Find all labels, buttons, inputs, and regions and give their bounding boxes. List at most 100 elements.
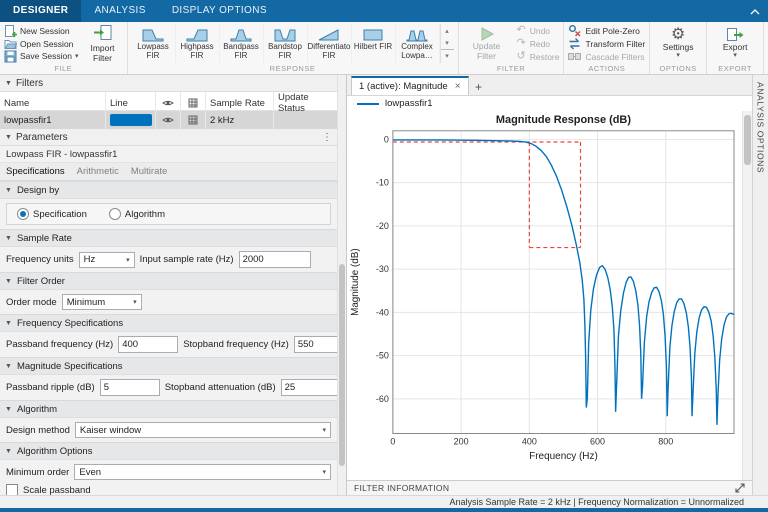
section-algorithm[interactable]: ▼ Algorithm <box>0 400 338 418</box>
redo-button[interactable]: ↷ Redo <box>517 38 560 50</box>
section-design-by[interactable]: ▼ Design by <box>0 181 338 199</box>
response-lowpass-fir-button[interactable]: Lowpass FIR <box>132 24 176 63</box>
response-complex-lowpass-button[interactable]: Complex Lowpa… <box>396 24 440 63</box>
transform-filter-button[interactable]: Transform Filter <box>568 38 645 50</box>
minimize-ribbon-button[interactable] <box>750 7 760 18</box>
svg-text:Frequency (Hz): Frequency (Hz) <box>529 451 598 462</box>
response-bandpass-fir-button[interactable]: Bandpass FIR <box>220 24 264 63</box>
collapse-triangle-icon: ▼ <box>5 319 12 327</box>
plot-scrollbar[interactable] <box>742 111 752 480</box>
scrollbar-thumb[interactable] <box>339 264 345 466</box>
stopband-attenuation-label: Stopband attenuation (dB) <box>164 382 276 393</box>
section-frequency-specifications[interactable]: ▼ Frequency Specifications <box>0 314 338 332</box>
collapse-triangle-icon: ▼ <box>5 133 12 141</box>
scrollbar-thumb[interactable] <box>744 115 751 165</box>
ribbon: New Session Open Session Save Session ▾ … <box>0 22 768 75</box>
response-hilbert-fir-button[interactable]: Hilbert FIR <box>352 24 396 63</box>
section-filter-order[interactable]: ▼ Filter Order <box>0 272 338 290</box>
analysis-options-strip[interactable]: ANALYSIS OPTIONS <box>752 75 768 495</box>
settings-button[interactable]: ⚙ Settings ▾ <box>654 24 702 63</box>
order-mode-dropdown[interactable]: Minimum ▾ <box>61 294 142 310</box>
svg-text:-50: -50 <box>376 351 389 361</box>
options-section-label: OPTIONS <box>659 64 697 73</box>
restore-button[interactable]: ↺ Restore <box>517 51 560 63</box>
radio-specification[interactable]: Specification <box>17 208 87 220</box>
update-filter-button[interactable]: Update Filter <box>463 24 511 63</box>
svg-text:-60: -60 <box>376 394 389 404</box>
input-sample-rate-field[interactable] <box>238 251 311 268</box>
section-sample-rate[interactable]: ▼ Sample Rate <box>0 229 338 247</box>
filter-information-label: FILTER INFORMATION <box>354 483 450 493</box>
gallery-scroll-down-button[interactable]: ▾ <box>441 37 454 49</box>
save-session-dropdown-arrow[interactable]: ▾ <box>75 52 79 60</box>
gallery-expand-button[interactable]: ▾ <box>440 49 454 62</box>
export-button[interactable]: Export ▾ <box>711 24 759 63</box>
section-algorithm-options[interactable]: ▼ Algorithm Options <box>0 442 338 460</box>
minimum-order-dropdown[interactable]: Even ▾ <box>74 464 332 480</box>
edit-pole-zero-button[interactable]: Edit Pole-Zero <box>568 25 645 37</box>
analysis-options-label: ANALYSIS OPTIONS <box>755 82 766 174</box>
passband-ripple-field[interactable] <box>99 379 160 396</box>
frequency-units-label: Frequency units <box>6 254 74 265</box>
tab-specifications[interactable]: Specifications <box>6 166 65 177</box>
save-session-button[interactable]: Save Session ▾ <box>4 50 79 62</box>
figure-tab-magnitude[interactable]: 1 (active): Magnitude × <box>351 76 469 95</box>
left-panel-scrollbar[interactable] <box>337 75 346 495</box>
passband-frequency-field[interactable] <box>118 336 179 353</box>
magnitude-response-chart[interactable]: 0 200 400 600 800 0 -10 -20 -30 -40 -50 -60 Magnitud… <box>347 111 742 480</box>
filter-row-lowpassfir1[interactable]: lowpassfir1 2 kHz <box>0 111 338 129</box>
radio-icon <box>17 208 29 220</box>
settings-dropdown-arrow[interactable]: ▾ <box>676 52 680 60</box>
gallery-label: Lowpass FIR <box>137 42 169 61</box>
open-session-button[interactable]: Open Session <box>4 38 79 50</box>
tab-designer[interactable]: DESIGNER <box>0 0 82 22</box>
radio-specification-label: Specification <box>33 208 87 220</box>
order-mode-label: Order mode <box>6 296 57 308</box>
response-differentiator-fir-button[interactable]: Differentiator FIR <box>308 24 352 63</box>
expand-panel-icon[interactable] <box>735 483 745 493</box>
export-dropdown-arrow[interactable]: ▾ <box>733 52 737 60</box>
tab-arithmetic[interactable]: Arithmetic <box>77 166 119 177</box>
tab-analysis[interactable]: ANALYSIS <box>81 0 158 22</box>
stopband-attenuation-field[interactable] <box>280 379 338 396</box>
parameters-panel-header[interactable]: ▼ Parameters ⋮ <box>0 129 338 146</box>
tab-multirate[interactable]: Multirate <box>131 166 167 177</box>
design-method-dropdown[interactable]: Kaiser window ▾ <box>74 422 332 438</box>
radio-algorithm[interactable]: Algorithm <box>108 208 165 220</box>
gallery-scroll-up-button[interactable]: ▴ <box>441 25 454 37</box>
filter-line-cell[interactable] <box>106 111 156 129</box>
svg-text:600: 600 <box>590 436 605 446</box>
settings-label: Settings <box>662 41 694 52</box>
response-bandstop-fir-button[interactable]: Bandstop FIR <box>264 24 308 63</box>
close-icon[interactable]: × <box>455 81 461 92</box>
section-magnitude-specifications[interactable]: ▼ Magnitude Specifications <box>0 357 338 375</box>
main-area: ▼ Filters Name Line Sample Rate Update S… <box>0 75 768 495</box>
filter-information-bar[interactable]: FILTER INFORMATION <box>347 480 752 495</box>
add-figure-tab-button[interactable]: + <box>471 79 487 95</box>
frequency-units-dropdown[interactable]: Hz ▾ <box>78 251 135 268</box>
bandpass-fir-icon <box>230 29 252 42</box>
filters-table: Name Line Sample Rate Update Status lowp… <box>0 92 338 129</box>
gallery-label: Differentiator FIR <box>307 42 351 61</box>
panel-menu-icon[interactable]: ⋮ <box>322 132 332 143</box>
new-session-button[interactable]: New Session <box>4 24 79 37</box>
tab-display-options[interactable]: DISPLAY OPTIONS <box>159 0 280 22</box>
undo-button[interactable]: ↶ Undo <box>517 25 560 37</box>
export-icon <box>727 27 744 41</box>
filters-panel-header[interactable]: ▼ Filters <box>0 75 338 92</box>
scale-passband-checkbox[interactable] <box>6 484 18 495</box>
grid-icon <box>188 115 198 125</box>
import-filter-button[interactable]: Import Filter <box>83 24 123 63</box>
collapse-triangle-icon: ▼ <box>5 447 12 455</box>
cascade-filters-button[interactable]: Cascade Filters <box>568 51 645 63</box>
line-color-swatch[interactable] <box>109 114 152 126</box>
collapse-triangle-icon: ▼ <box>5 79 12 87</box>
status-bar: Analysis Sample Rate = 2 kHz | Frequency… <box>0 495 768 508</box>
ribbon-section-options: ⚙ Settings ▾ OPTIONS <box>650 22 708 74</box>
filter-visibility-cell[interactable] <box>156 111 181 129</box>
stopband-frequency-field[interactable] <box>293 336 338 353</box>
filter-grid-cell[interactable] <box>181 111 206 129</box>
svg-text:-40: -40 <box>376 307 389 317</box>
filter-sample-rate-cell: 2 kHz <box>206 111 274 129</box>
response-highpass-fir-button[interactable]: Highpass FIR <box>176 24 220 63</box>
